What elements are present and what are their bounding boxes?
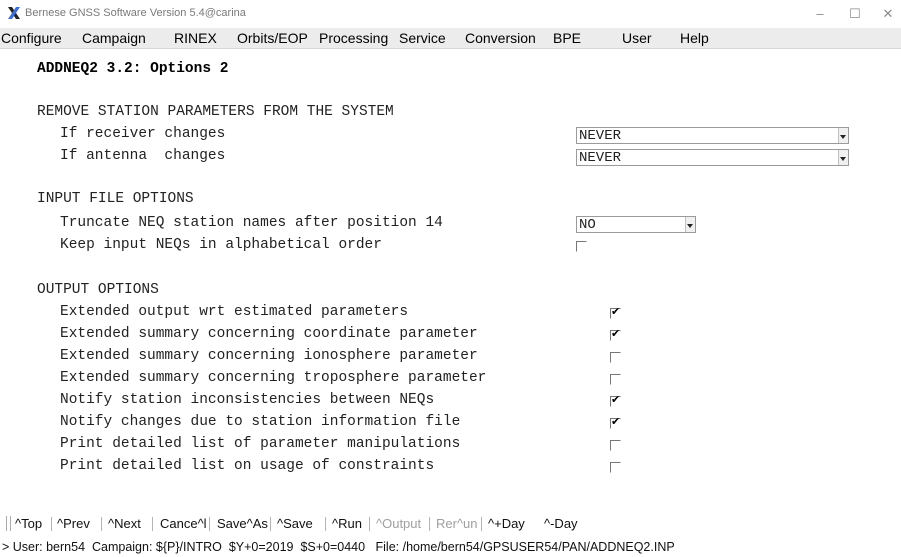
menu-bar: Configure Campaign RINEX Orbits/EOP Proc… bbox=[0, 28, 901, 49]
receiver-changes-label: If receiver changes bbox=[60, 126, 226, 142]
next-button[interactable]: ^Next bbox=[108, 516, 141, 531]
bottom-toolbar: ^Top ^Prev ^Next Cance^l Save^As ^Save ^… bbox=[0, 508, 901, 538]
output-option-label: Notify station inconsistencies between N… bbox=[60, 392, 435, 408]
toolbar-divider bbox=[481, 517, 482, 531]
status-text: > User: bern54 Campaign: ${P}/INTRO $Y+0… bbox=[2, 540, 675, 554]
run-button[interactable]: ^Run bbox=[332, 516, 362, 531]
antenna-changes-value: NEVER bbox=[579, 150, 622, 166]
output-option-checkbox[interactable]: ✔ bbox=[610, 305, 621, 319]
minimize-button[interactable]: – bbox=[808, 4, 832, 24]
checkmark-icon: ✔ bbox=[611, 415, 621, 428]
close-button[interactable]: ✕ bbox=[876, 4, 900, 24]
prev-button[interactable]: ^Prev bbox=[57, 516, 90, 531]
save-button[interactable]: ^Save bbox=[277, 516, 313, 531]
page-title: ADDNEQ2 3.2: Options 2 bbox=[37, 61, 229, 77]
output-option-label: Extended output wrt estimated parameters bbox=[60, 304, 409, 320]
checkmark-icon: ✔ bbox=[611, 305, 621, 318]
keep-order-label: Keep input NEQs in alphabetical order bbox=[60, 237, 382, 253]
minus-day-button[interactable]: ^-Day bbox=[544, 516, 578, 531]
maximize-button[interactable]: ☐ bbox=[843, 4, 867, 24]
x-logo-icon bbox=[8, 7, 20, 19]
receiver-changes-value: NEVER bbox=[579, 128, 622, 144]
toolbar-divider bbox=[369, 517, 370, 531]
save-as-button[interactable]: Save^As bbox=[217, 516, 268, 531]
menu-processing[interactable]: Processing bbox=[319, 30, 388, 46]
toolbar-divider bbox=[101, 517, 102, 531]
output-option-checkbox[interactable] bbox=[610, 462, 621, 473]
menu-campaign[interactable]: Campaign bbox=[82, 30, 146, 46]
toolbar-divider bbox=[51, 517, 52, 531]
chevron-down-icon[interactable] bbox=[838, 150, 848, 165]
menu-help[interactable]: Help bbox=[680, 30, 709, 46]
antenna-changes-select[interactable]: NEVER bbox=[576, 149, 849, 166]
output-option-checkbox[interactable]: ✔ bbox=[610, 415, 621, 429]
chevron-down-icon[interactable] bbox=[838, 128, 848, 143]
toolbar-divider bbox=[152, 517, 153, 531]
checkmark-icon: ✔ bbox=[611, 393, 621, 406]
menu-bpe[interactable]: BPE bbox=[553, 30, 581, 46]
output-option-checkbox[interactable]: ✔ bbox=[610, 393, 621, 407]
checkmark-icon: ✔ bbox=[611, 327, 621, 340]
section-output-heading: OUTPUT OPTIONS bbox=[37, 282, 159, 298]
menu-conversion[interactable]: Conversion bbox=[465, 30, 536, 46]
section-remove-heading: REMOVE STATION PARAMETERS FROM THE SYSTE… bbox=[37, 104, 394, 120]
output-option-label: Extended summary concerning ionosphere p… bbox=[60, 348, 478, 364]
section-input-heading: INPUT FILE OPTIONS bbox=[37, 191, 194, 207]
output-option-label: Print detailed list of parameter manipul… bbox=[60, 436, 461, 452]
truncate-label: Truncate NEQ station names after positio… bbox=[60, 215, 443, 231]
output-option-label: Extended summary concerning coordinate p… bbox=[60, 326, 478, 342]
toolbar-grip-handle[interactable] bbox=[6, 516, 11, 531]
keep-order-checkbox[interactable] bbox=[576, 241, 587, 252]
rerun-button[interactable]: Rer^un bbox=[436, 516, 478, 531]
window-title: Bernese GNSS Software Version 5.4@carina bbox=[25, 7, 246, 19]
plus-day-button[interactable]: ^+Day bbox=[488, 516, 525, 531]
cancel-button[interactable]: Cance^l bbox=[160, 516, 207, 531]
truncate-value: NO bbox=[579, 217, 596, 233]
antenna-changes-label: If antenna changes bbox=[60, 148, 226, 164]
truncate-select[interactable]: NO bbox=[576, 216, 696, 233]
options-panel: ADDNEQ2 3.2: Options 2 REMOVE STATION PA… bbox=[10, 52, 895, 506]
toolbar-divider bbox=[270, 517, 271, 531]
output-option-label: Extended summary concerning troposphere … bbox=[60, 370, 487, 386]
receiver-changes-select[interactable]: NEVER bbox=[576, 127, 849, 144]
menu-service[interactable]: Service bbox=[399, 30, 446, 46]
menu-orbits-eop[interactable]: Orbits/EOP bbox=[237, 30, 308, 46]
top-button[interactable]: ^Top bbox=[15, 516, 42, 531]
output-option-checkbox[interactable] bbox=[610, 374, 621, 385]
output-option-checkbox[interactable] bbox=[610, 352, 621, 363]
output-button[interactable]: ^Output bbox=[376, 516, 421, 531]
toolbar-divider bbox=[325, 517, 326, 531]
title-bar: Bernese GNSS Software Version 5.4@carina… bbox=[0, 0, 901, 28]
menu-user[interactable]: User bbox=[622, 30, 652, 46]
menu-configure[interactable]: Configure bbox=[1, 30, 62, 46]
output-option-checkbox[interactable]: ✔ bbox=[610, 327, 621, 341]
status-bar: > User: bern54 Campaign: ${P}/INTRO $Y+0… bbox=[0, 538, 901, 557]
toolbar-divider bbox=[429, 517, 430, 531]
menu-rinex[interactable]: RINEX bbox=[174, 30, 217, 46]
output-option-label: Print detailed list on usage of constrai… bbox=[60, 458, 435, 474]
chevron-down-icon[interactable] bbox=[685, 217, 695, 232]
output-option-checkbox[interactable] bbox=[610, 440, 621, 451]
toolbar-divider bbox=[209, 517, 210, 531]
output-option-label: Notify changes due to station informatio… bbox=[60, 414, 461, 430]
